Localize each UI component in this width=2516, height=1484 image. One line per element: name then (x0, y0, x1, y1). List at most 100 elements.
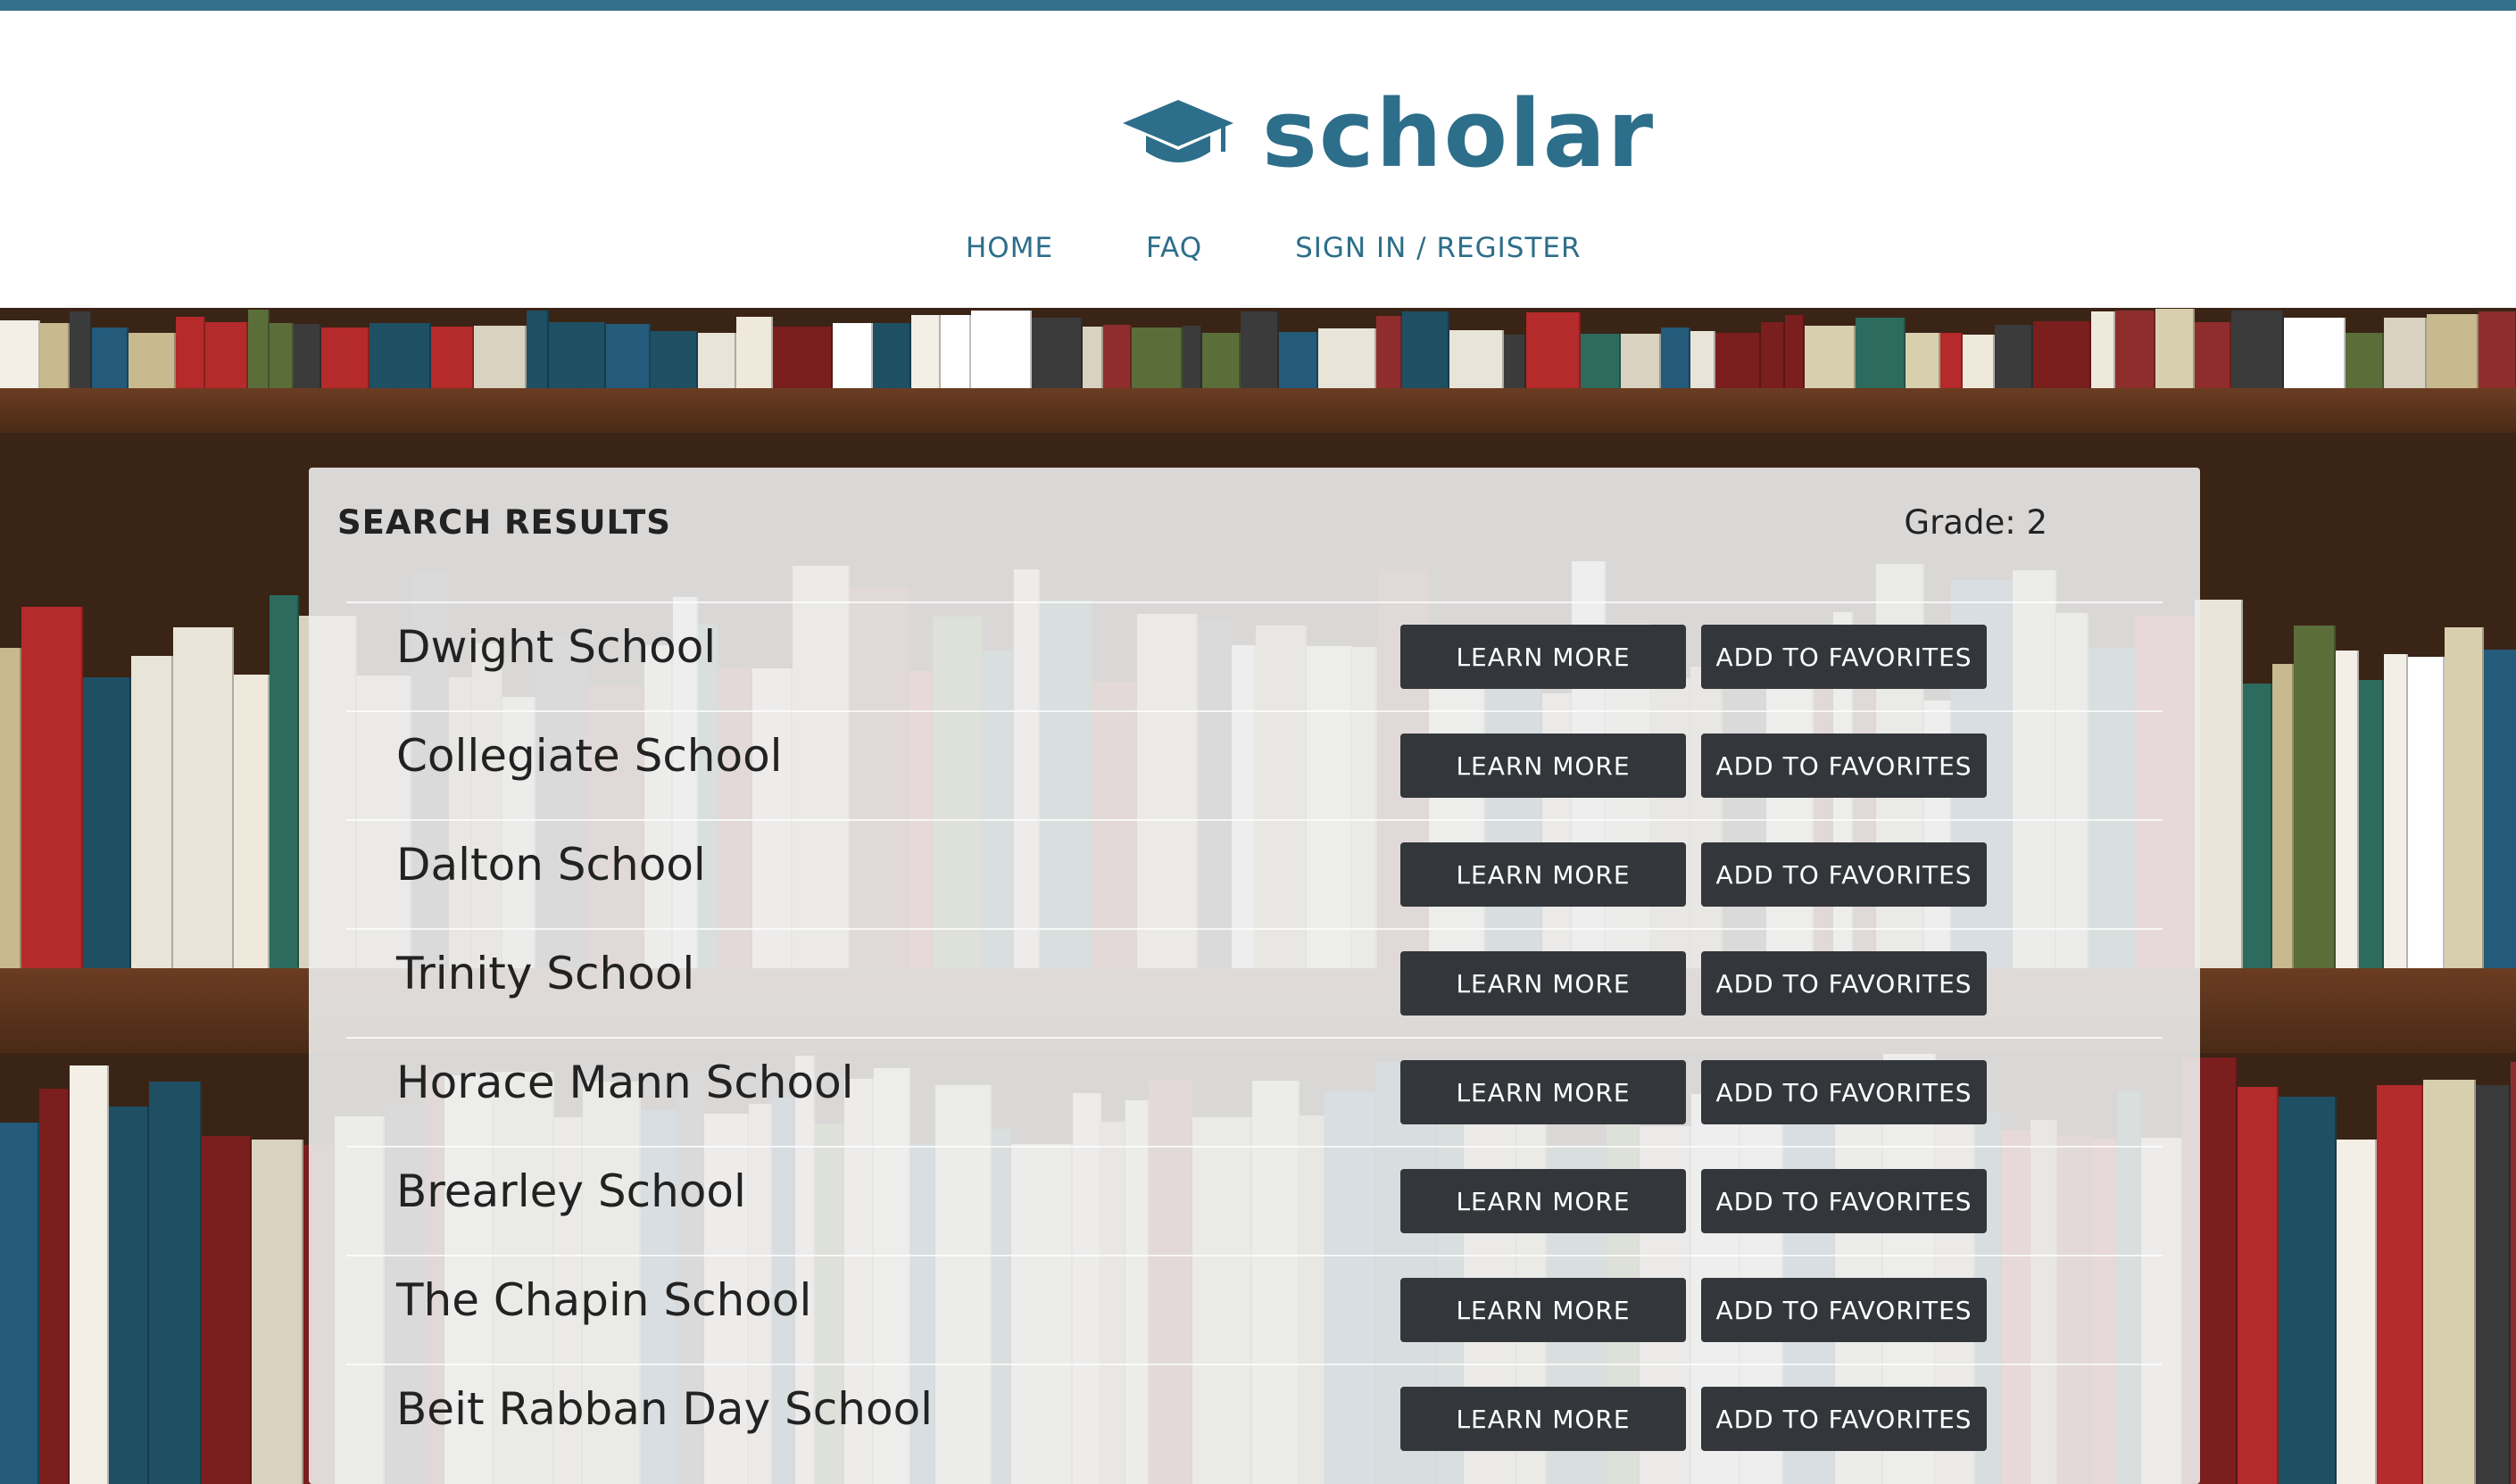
book-spine (1318, 328, 1376, 388)
book-spine (527, 311, 549, 388)
book-spine (1083, 327, 1103, 388)
book-spine (736, 317, 773, 388)
book-spine (2231, 311, 2284, 388)
site-header: scholar HOME FAQ SIGN IN / REGISTER (0, 11, 2516, 308)
book-spine (2091, 311, 2115, 388)
learn-more-button[interactable]: LEARN MORE (1400, 734, 1686, 798)
book-spine (1402, 311, 1449, 388)
book-spine (1856, 318, 1906, 388)
book-spine (1906, 333, 1940, 388)
search-results-panel: SEARCH RESULTS Grade: 2 Dwight School LEA… (309, 468, 2200, 1484)
book-spine (773, 327, 833, 388)
result-row: Beit Rabban Day School LEARN MORE ADD TO F… (346, 1364, 2163, 1472)
book-spine (1376, 316, 1402, 388)
result-row: Dwight School LEARN MORE ADD TO FAVORITES (346, 601, 2163, 710)
result-row: Horace Mann School LEARN MORE ADD TO FAVOR… (346, 1037, 2163, 1146)
result-row: Dalton School LEARN MORE ADD TO FAVORITES (346, 819, 2163, 928)
add-to-favorites-button[interactable]: ADD TO FAVORITES (1701, 1387, 1987, 1451)
nav-signin-link[interactable]: SIGN IN / REGISTER (1295, 232, 1581, 264)
book-spine (205, 322, 248, 388)
book-spine (549, 322, 606, 388)
learn-more-button[interactable]: LEARN MORE (1400, 1278, 1686, 1342)
book-spine (2377, 1085, 2423, 1484)
book-spine (474, 326, 527, 388)
book-spine (149, 1082, 202, 1484)
book-spine (1241, 311, 1279, 388)
book-spine (1995, 325, 2033, 388)
book-spine (2476, 1085, 2511, 1484)
school-name: Horace Mann School (396, 1057, 854, 1108)
nav-home-link[interactable]: HOME (966, 232, 1053, 264)
book-spine (1621, 334, 1661, 388)
book-spine (2284, 318, 2346, 388)
school-name: Beit Rabban Day School (396, 1383, 934, 1435)
book-spine (248, 310, 270, 388)
result-row: The Chapin School LEARN MORE ADD TO FAVORI… (346, 1255, 2163, 1364)
book-spine (1202, 333, 1241, 388)
learn-more-button[interactable]: LEARN MORE (1400, 625, 1686, 689)
result-row: Trinity School LEARN MORE ADD TO FAVORITES (346, 928, 2163, 1037)
book-spine (40, 323, 70, 388)
book-spine (2115, 311, 2155, 388)
book-spine (2427, 314, 2479, 388)
school-name: Brearley School (396, 1165, 746, 1217)
learn-more-button[interactable]: LEARN MORE (1400, 1169, 1686, 1233)
add-to-favorites-button[interactable]: ADD TO FAVORITES (1701, 1278, 1987, 1342)
learn-more-button[interactable]: LEARN MORE (1400, 842, 1686, 907)
book-spine (1032, 318, 1083, 388)
book-spine (2346, 333, 2384, 388)
school-name: Dalton School (396, 839, 706, 891)
book-spine (606, 324, 651, 388)
book-spine (2337, 1140, 2377, 1484)
grade-filter-label: Grade: 2 (1904, 503, 2047, 542)
book-spine (39, 1089, 70, 1484)
school-name: Trinity School (396, 948, 695, 999)
brand-name: scholar (1262, 79, 1656, 188)
top-accent-rule (0, 0, 2516, 11)
book-spine (1715, 333, 1761, 388)
book-spine (431, 327, 474, 388)
add-to-favorites-button[interactable]: ADD TO FAVORITES (1701, 951, 1987, 1016)
book-spine (2423, 1080, 2476, 1484)
book-spine (2479, 311, 2516, 388)
learn-more-button[interactable]: LEARN MORE (1400, 951, 1686, 1016)
add-to-favorites-button[interactable]: ADD TO FAVORITES (1701, 734, 1987, 798)
book-spine (0, 320, 40, 388)
graduation-cap-icon (1123, 100, 1233, 162)
add-to-favorites-button[interactable]: ADD TO FAVORITES (1701, 625, 1987, 689)
book-spine (1805, 326, 1856, 388)
book-spine (176, 317, 205, 388)
book-spine (270, 323, 294, 388)
school-name: Collegiate School (396, 730, 783, 782)
book-spine (70, 311, 92, 388)
book-spine (0, 1123, 39, 1484)
book-spine (1963, 335, 1995, 388)
learn-more-button[interactable]: LEARN MORE (1400, 1060, 1686, 1124)
nav-faq-link[interactable]: FAQ (1146, 232, 1202, 264)
book-spine (1132, 327, 1183, 388)
result-row: Brearley School LEARN MORE ADD TO FAVORITE… (346, 1146, 2163, 1255)
book-spine (1761, 322, 1785, 388)
learn-more-button[interactable]: LEARN MORE (1400, 1387, 1686, 1451)
book-spine (370, 323, 431, 388)
book-spine (698, 333, 736, 388)
book-spine (70, 1065, 109, 1484)
book-spine (1940, 333, 1963, 388)
book-spine (1785, 315, 1805, 388)
result-row: Collegiate School LEARN MORE ADD TO FAVORI… (346, 710, 2163, 819)
book-spine (2155, 309, 2195, 388)
add-to-favorites-button[interactable]: ADD TO FAVORITES (1701, 1060, 1987, 1124)
book-spine (2033, 321, 2091, 388)
book-spine (92, 327, 129, 388)
school-name: Dwight School (396, 621, 717, 673)
book-spine (941, 315, 971, 388)
add-to-favorites-button[interactable]: ADD TO FAVORITES (1701, 1169, 1987, 1233)
book-spine (1504, 335, 1526, 388)
book-spine (1661, 327, 1690, 388)
book-spine (2238, 1087, 2279, 1484)
book-spine (294, 324, 321, 388)
book-spine (1279, 332, 1318, 388)
add-to-favorites-button[interactable]: ADD TO FAVORITES (1701, 842, 1987, 907)
brand-logo[interactable]: scholar (1121, 87, 1655, 180)
book-spine (1526, 312, 1581, 388)
